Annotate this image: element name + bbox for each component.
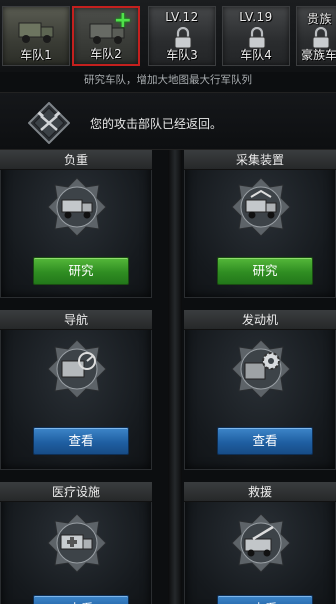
status-bar: 您的攻击部队已经返回。 [0,92,336,150]
radar-icon [47,339,107,399]
squad-tab-label: 车队2 [90,47,122,61]
truck-icon [47,177,107,237]
module-card-medical: 医疗设施 查看 [0,482,152,604]
module-title: 导航 [0,310,152,330]
add-icon: + [113,8,132,33]
squad-tab-label: 车队3 [166,48,198,62]
view-button[interactable]: 查看 [217,427,313,455]
crossed-rifles-icon [28,102,70,144]
module-title: 医疗设施 [0,482,152,502]
unlock-level: LV.19 [239,10,273,24]
squad-tab-2[interactable]: + 车队2 [72,6,140,66]
module-title: 采集装置 [184,150,336,170]
research-button[interactable]: 研究 [217,257,313,285]
medical-truck-icon [47,513,107,573]
module-card-load: 负重 研究 [0,150,152,298]
squad-tab-label: 车队4 [240,48,272,62]
view-button[interactable]: 查看 [33,427,129,455]
view-button[interactable]: 查看 [33,595,129,604]
engine-gear-icon [231,339,291,399]
squad-tab-label: 豪族车 [301,48,336,62]
truck-icon [18,22,54,43]
squad-tab-1[interactable]: 车队1 [2,6,70,66]
truck-icon [231,177,291,237]
squad-tab-bar: 车队1 + 车队2 LV.12 车队3 LV.19 车队4 贵族 豪族车 [0,0,336,72]
view-button[interactable]: 查看 [217,595,313,604]
module-card-rescue: 救援 查看 [184,482,336,604]
module-card-navigation: 导航 查看 [0,310,152,470]
module-title: 救援 [184,482,336,502]
squad-tab-4[interactable]: LV.19 车队4 [222,6,290,66]
rescue-vehicle-icon [231,513,291,573]
column-divider [168,150,182,604]
unlock-level: LV.12 [165,10,199,24]
squad-hint-text: 研究车队，增加大地图最大行军队列 [84,74,252,86]
squad-tab-noble[interactable]: 贵族 豪族车 [296,6,336,66]
module-card-engine: 发动机 查看 [184,310,336,470]
status-message: 您的攻击部队已经返回。 [90,117,223,131]
squad-tab-3[interactable]: LV.12 车队3 [148,6,216,66]
research-button[interactable]: 研究 [33,257,129,285]
squad-tab-label: 车队1 [20,48,52,62]
unlock-level: 贵族 [307,12,333,26]
module-card-collector: 采集装置 研究 [184,150,336,298]
module-title: 发动机 [184,310,336,330]
module-title: 负重 [0,150,152,170]
